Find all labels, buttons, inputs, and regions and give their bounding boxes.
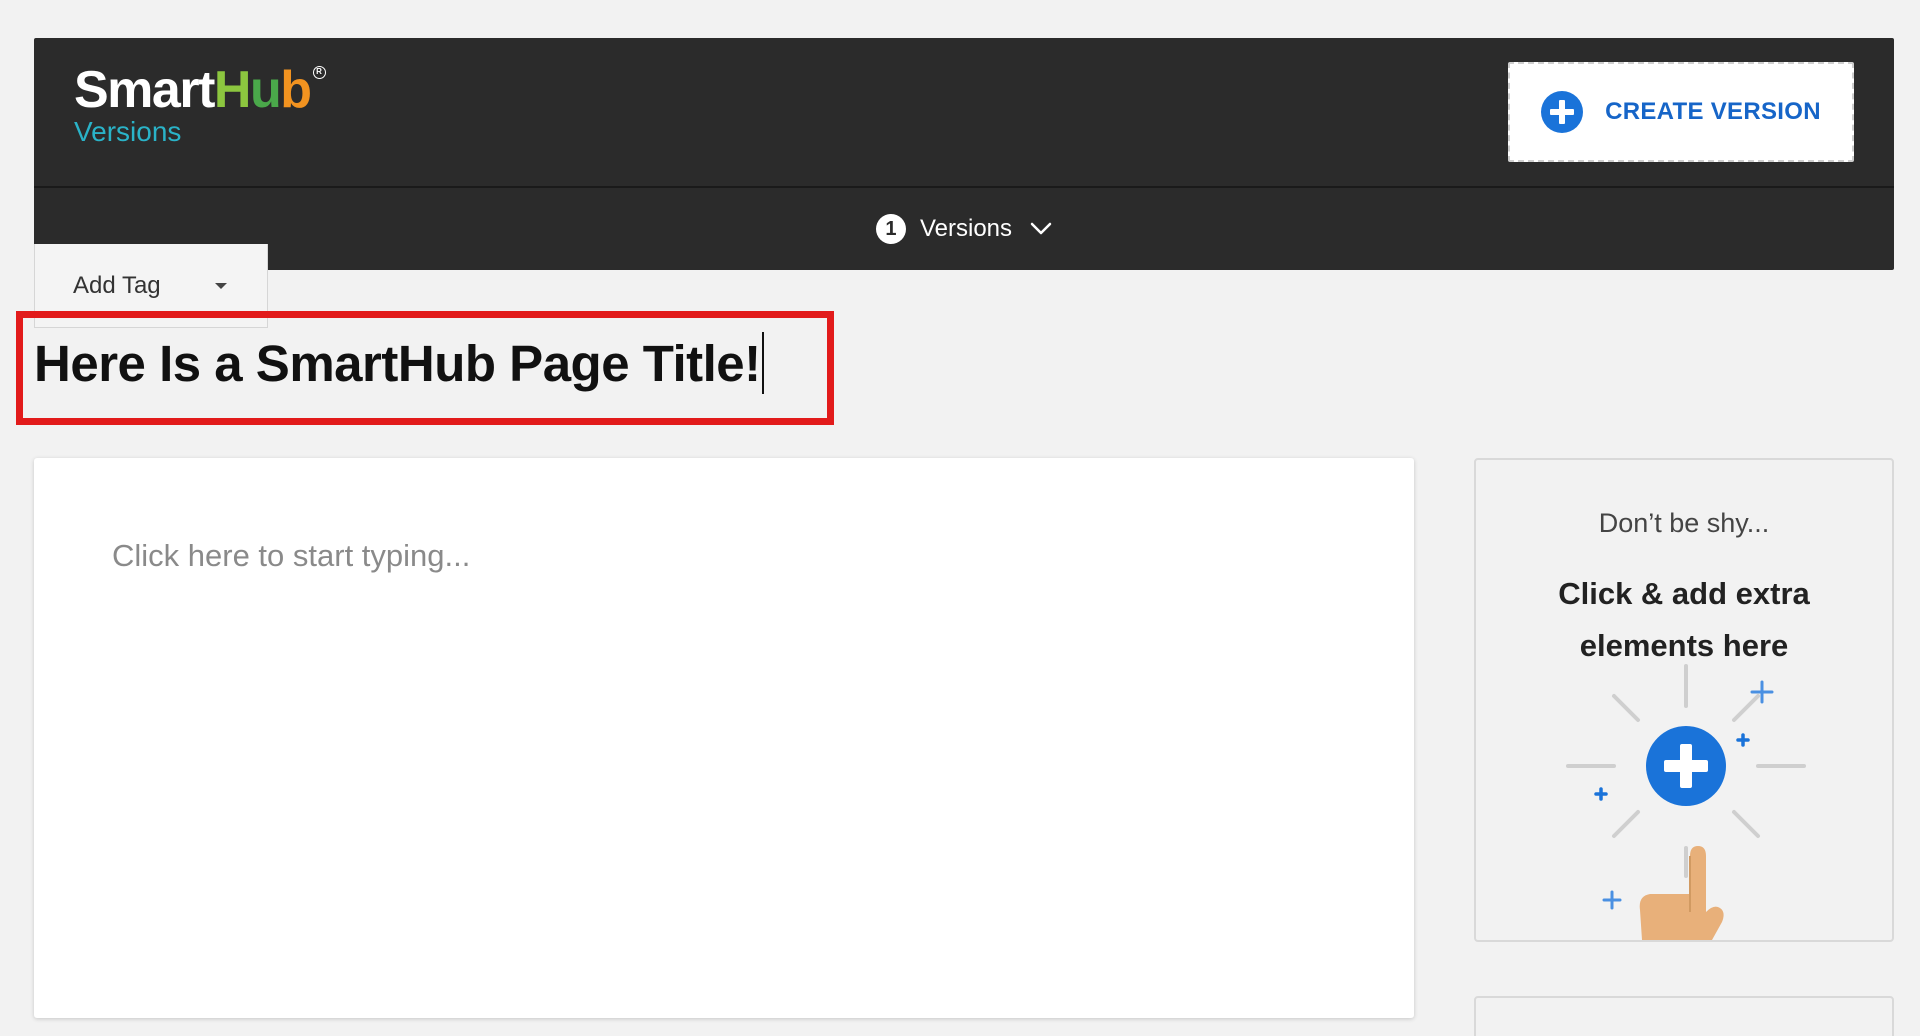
side-panel-cta-line1: Click & add extra: [1558, 576, 1810, 611]
add-elements-panel[interactable]: Don’t be shy... Click & add extra elemen…: [1474, 458, 1894, 942]
page: SmartHub R Versions CREATE VERSION 1 Vers…: [0, 0, 1920, 1036]
content-editor[interactable]: Click here to start typing...: [34, 458, 1414, 1018]
hand-tap-plus-icon: [1566, 664, 1806, 940]
secondary-panel: [1474, 996, 1894, 1036]
app-header: SmartHub R Versions CREATE VERSION 1 Vers…: [34, 38, 1894, 270]
versions-label: Versions: [919, 215, 1013, 242]
logo-h: H: [213, 61, 252, 119]
add-tag-label: Add Tag: [73, 271, 161, 299]
versions-dropdown[interactable]: 1 Versions: [875, 214, 1052, 244]
logo-wordmark: SmartHub R: [74, 64, 326, 116]
create-version-button[interactable]: CREATE VERSION: [1508, 62, 1854, 162]
smarthub-logo[interactable]: SmartHub R Versions: [74, 64, 326, 146]
versions-count-badge: 1: [875, 214, 906, 244]
logo-subtitle: Versions: [74, 116, 182, 147]
plus-circle-icon: [1541, 91, 1584, 133]
versions-bar: 1 Versions: [34, 188, 1894, 270]
page-title-text: Here Is a SmartHub Page Title!: [34, 335, 761, 392]
header-top: SmartHub R Versions CREATE VERSION: [34, 38, 1894, 186]
registered-mark: R: [312, 66, 326, 79]
text-cursor: [761, 332, 764, 394]
caret-down-icon: [215, 283, 227, 289]
page-title-input[interactable]: Here Is a SmartHub Page Title!: [34, 332, 764, 396]
logo-u: u: [249, 61, 282, 119]
side-panel-cta: Click & add extra elements here: [1476, 568, 1892, 672]
logo-b: b: [280, 61, 312, 119]
create-version-label: CREATE VERSION: [1605, 98, 1821, 125]
chevron-down-icon: [1030, 222, 1052, 235]
side-panel-hint: Don’t be shy...: [1598, 508, 1770, 538]
editor-placeholder: Click here to start typing...: [112, 538, 471, 573]
logo-smart: Smart: [74, 61, 215, 119]
